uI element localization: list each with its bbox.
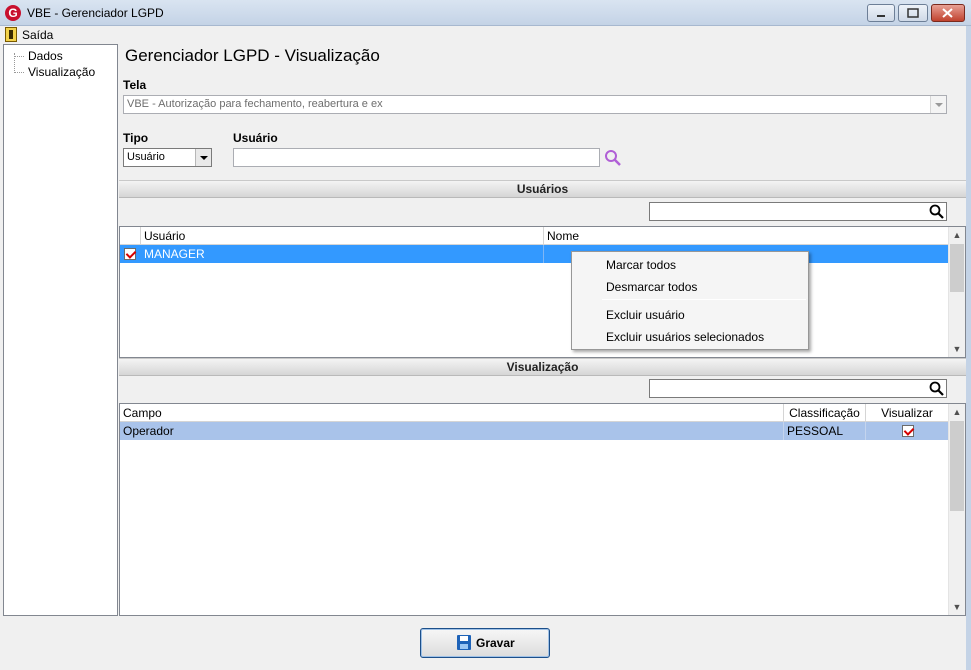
scroll-thumb[interactable] [950, 244, 964, 292]
close-button[interactable] [931, 4, 965, 22]
visualizacao-filter-input[interactable] [649, 379, 947, 398]
column-header-usuario[interactable]: Usuário [141, 227, 544, 245]
tela-select-value: VBE - Autorização para fechamento, reabe… [127, 98, 383, 110]
tipo-select-value: Usuário [127, 151, 165, 163]
tree-connector [14, 56, 24, 57]
restore-icon [907, 8, 919, 18]
column-header-classificacao[interactable]: Classificação [784, 404, 866, 422]
navigation-tree: Dados Visualização [3, 44, 118, 616]
usuario-label: Usuário [233, 131, 278, 145]
chevron-down-icon[interactable] [930, 96, 946, 113]
app-logo-icon: G [5, 5, 21, 21]
tela-label: Tela [123, 78, 147, 92]
scroll-down-icon[interactable]: ▼ [949, 599, 965, 615]
menu-item-exit[interactable]: Saída [22, 28, 53, 42]
usuario-input[interactable] [233, 148, 600, 167]
cell-campo: Operador [120, 422, 784, 440]
usuarios-section-header: Usuários [119, 180, 966, 198]
visualizacao-section-header: Visualização [119, 358, 966, 376]
maximize-button[interactable] [898, 4, 928, 22]
exit-door-icon[interactable] [5, 27, 17, 42]
search-icon[interactable] [928, 380, 945, 397]
window-title: VBE - Gerenciador LGPD [27, 6, 164, 20]
usuarios-grid[interactable]: Usuário Nome MANAGER ▲ ▼ [119, 226, 966, 358]
visualizacao-grid[interactable]: Campo Classificação Visualizar Operador … [119, 403, 966, 616]
save-button-label: Gravar [476, 636, 515, 650]
minimize-icon [877, 15, 885, 17]
menu-item-excluir-selecionados[interactable]: Excluir usuários selecionados [606, 330, 764, 344]
menu-bar [0, 26, 971, 44]
menu-item-excluir-usuario[interactable]: Excluir usuário [606, 308, 685, 322]
tipo-label: Tipo [123, 131, 149, 145]
scroll-up-icon[interactable]: ▲ [949, 404, 965, 420]
tree-connector [14, 72, 24, 73]
menu-item-desmarcar-todos[interactable]: Desmarcar todos [606, 280, 697, 294]
context-menu: Marcar todos Desmarcar todos Excluir usu… [571, 251, 809, 350]
visualizacao-scrollbar[interactable]: ▲ ▼ [948, 404, 965, 615]
tela-select[interactable]: VBE - Autorização para fechamento, reabe… [123, 95, 947, 114]
cell-classificacao: PESSOAL [784, 422, 866, 440]
scroll-down-icon[interactable]: ▼ [949, 341, 965, 357]
menu-item-marcar-todos[interactable]: Marcar todos [606, 258, 676, 272]
scroll-up-icon[interactable]: ▲ [949, 227, 965, 243]
usuarios-filter-input[interactable] [649, 202, 947, 221]
cell-usuario: MANAGER [141, 245, 544, 263]
table-row[interactable]: MANAGER [120, 245, 949, 263]
menu-separator [602, 299, 806, 300]
window-border [966, 26, 971, 670]
save-button[interactable]: Gravar [420, 628, 550, 658]
floppy-disk-icon [457, 635, 471, 650]
page-title: Gerenciador LGPD - Visualização [125, 46, 380, 65]
search-icon[interactable] [928, 203, 945, 220]
tipo-select[interactable]: Usuário [123, 148, 212, 167]
scroll-thumb[interactable] [950, 421, 964, 511]
minimize-button[interactable] [867, 4, 895, 22]
column-header-campo[interactable]: Campo [120, 404, 784, 422]
tree-item-visualizacao[interactable]: Visualização [28, 65, 95, 79]
grid-header-check [120, 227, 141, 245]
search-icon[interactable] [603, 148, 623, 168]
column-header-nome[interactable]: Nome [544, 227, 949, 245]
usuarios-scrollbar[interactable]: ▲ ▼ [948, 227, 965, 357]
close-icon [942, 8, 953, 18]
visualizar-checkbox[interactable] [902, 425, 914, 437]
search-icon-glyph [605, 150, 621, 166]
table-row[interactable]: Operador PESSOAL [120, 422, 949, 440]
chevron-down-icon[interactable] [195, 149, 211, 166]
tree-item-dados[interactable]: Dados [28, 49, 63, 63]
column-header-visualizar[interactable]: Visualizar [866, 404, 949, 422]
row-checkbox[interactable] [124, 248, 136, 260]
